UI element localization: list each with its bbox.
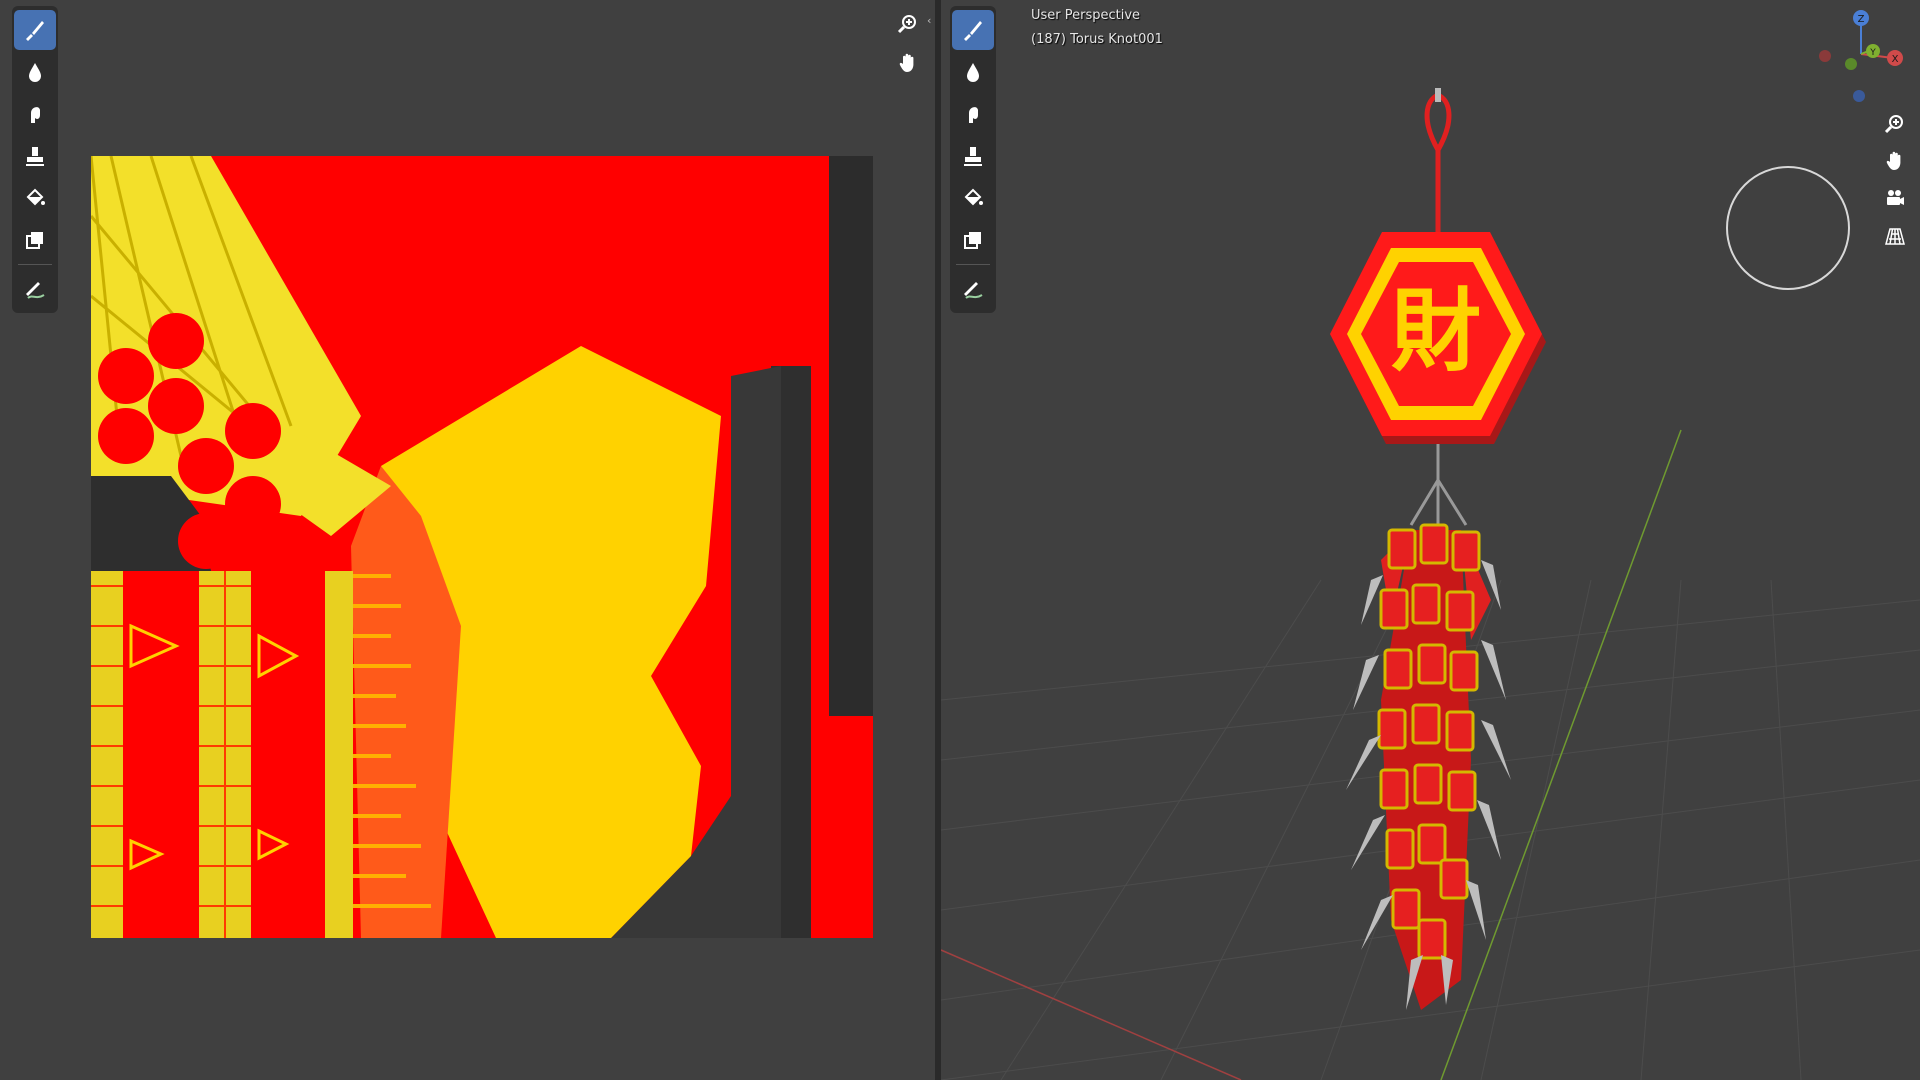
annotate-tool-button[interactable] <box>14 269 56 309</box>
brush-cursor-circle <box>1726 166 1850 290</box>
ornament-connector <box>1409 444 1468 526</box>
mask-icon <box>26 232 43 249</box>
soften-tool-button[interactable] <box>14 52 56 92</box>
draw-tool-button[interactable] <box>14 10 56 50</box>
bucket-icon <box>26 188 45 206</box>
hand-pan-icon <box>899 53 914 72</box>
viewport-scene: 財 <box>941 88 1920 1080</box>
gizmo-neg-z-axis[interactable] <box>1853 90 1865 102</box>
viewport-toolbar <box>950 6 996 313</box>
annotate-pen-icon <box>964 282 983 299</box>
firecracker-cluster <box>1346 523 1511 1010</box>
texture-yellow-stripe <box>325 571 353 938</box>
texture-circle <box>98 348 154 404</box>
perspective-toggle-button[interactable] <box>1879 220 1911 252</box>
finger-icon <box>31 107 40 123</box>
clone-tool-button[interactable] <box>952 136 994 176</box>
draw-tool-button[interactable] <box>952 10 994 50</box>
zoom-button[interactable] <box>1879 108 1911 140</box>
stamp-icon <box>964 147 982 166</box>
view-name-label: User Perspective <box>1031 8 1141 23</box>
object-info-label: (187) Torus Knot001 <box>1031 32 1163 47</box>
gizmo-neg-y-axis[interactable] <box>1845 58 1857 70</box>
gizmo-x-label: X <box>1892 54 1899 65</box>
uv-texture-image[interactable] <box>91 156 873 938</box>
gizmo-neg-x-axis[interactable] <box>1819 50 1831 62</box>
zoom-button[interactable] <box>892 8 924 40</box>
bucket-icon <box>964 188 983 206</box>
3d-viewport-area[interactable]: 財 User Perspective (187) Torus Knot001 Z… <box>941 0 1920 1080</box>
camera-icon <box>1887 190 1904 205</box>
texture-circle <box>178 513 234 569</box>
gizmo-z-label: Z <box>1858 14 1865 25</box>
ornament-hook <box>1435 88 1441 102</box>
hand-pan-icon <box>1886 151 1901 170</box>
finger-icon <box>969 107 978 123</box>
mask-tool-button[interactable] <box>952 220 994 260</box>
drop-icon <box>967 63 979 82</box>
smear-tool-button[interactable] <box>14 94 56 134</box>
smear-tool-button[interactable] <box>952 94 994 134</box>
annotate-tool-button[interactable] <box>952 269 994 309</box>
zoom-icon <box>1884 115 1903 134</box>
header-collapse-arrow[interactable]: ‹ <box>927 14 935 28</box>
texture-circle <box>148 313 204 369</box>
brush-icon <box>964 21 982 41</box>
grid-icon <box>1885 228 1905 245</box>
fill-tool-button[interactable] <box>952 178 994 218</box>
gizmo-y-label: Y <box>1869 48 1876 58</box>
texture-circle <box>98 408 154 464</box>
image-editor-toolbar <box>12 6 58 313</box>
clone-tool-button[interactable] <box>14 136 56 176</box>
annotate-pen-icon <box>26 282 45 299</box>
texture-circle <box>148 378 204 434</box>
texture-circle <box>178 438 234 494</box>
mask-icon <box>964 232 981 249</box>
y-axis-line <box>1440 429 1682 1080</box>
texture-circle <box>225 403 281 459</box>
pan-button[interactable] <box>1879 144 1911 176</box>
navigation-gizmo[interactable]: Z X Y <box>1803 6 1913 106</box>
sign-character: 財 <box>1391 278 1481 384</box>
fill-tool-button[interactable] <box>14 178 56 218</box>
ornament-hanging-loop <box>1424 92 1452 152</box>
mask-tool-button[interactable] <box>14 220 56 260</box>
stamp-icon <box>26 147 44 166</box>
pan-button[interactable] <box>892 46 924 78</box>
toolbar-separator <box>956 264 990 265</box>
zoom-icon <box>897 15 916 34</box>
texture-circle <box>225 476 281 532</box>
brush-icon <box>26 21 44 41</box>
drop-icon <box>29 63 41 82</box>
texture-dark-strip <box>829 156 873 716</box>
soften-tool-button[interactable] <box>952 52 994 92</box>
image-editor-area[interactable]: ‹ <box>0 0 935 1080</box>
camera-view-button[interactable] <box>1879 182 1911 214</box>
toolbar-separator <box>18 264 52 265</box>
